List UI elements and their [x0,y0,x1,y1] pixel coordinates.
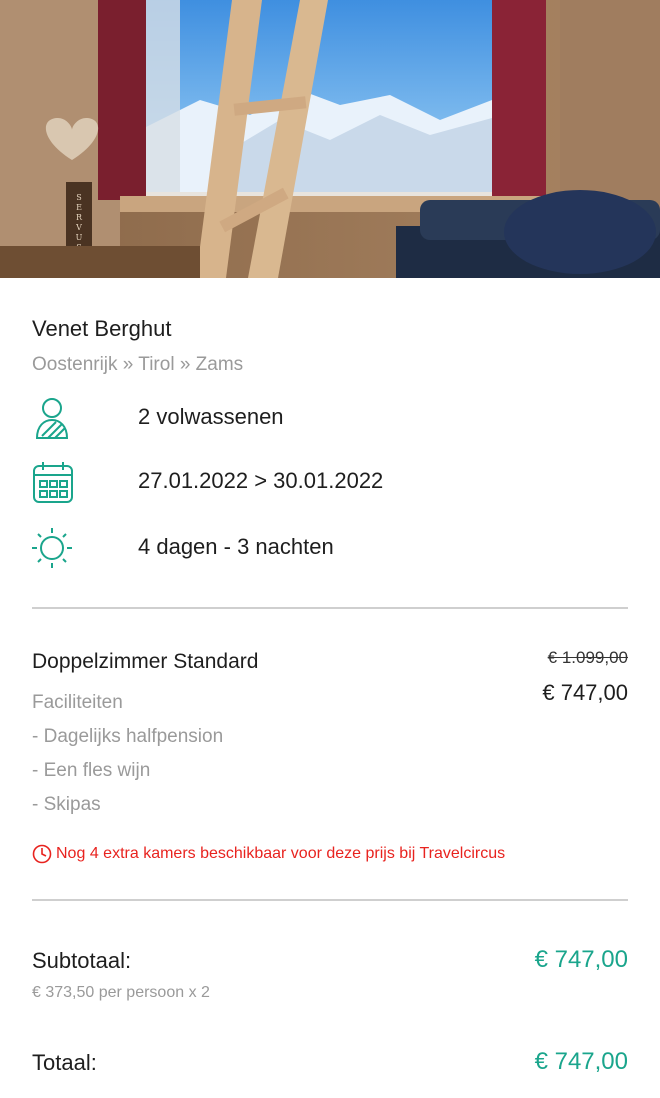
alert-count: 4 [89,845,99,862]
room-name: Doppelzimmer Standard [32,650,259,673]
facility-item: - Skipas [32,794,101,815]
subtotal-label: Subtotaal: [32,948,132,973]
person-icon [32,396,74,440]
availability-alert: Nog 4 extra kamers beschikbaar voor deze… [32,844,505,864]
svg-text:S: S [76,193,81,202]
alert-suffix: extra kamers beschikbaar voor deze prijs… [103,845,506,862]
dates-row: 27.01.2022 > 30.01.2022 [32,460,628,504]
svg-text:V: V [75,223,82,232]
old-price: € 1.099,00 [547,648,628,667]
hotel-name: Venet Berghut [32,316,172,341]
duration-text: 4 dagen - 3 nachten [138,534,334,559]
guests-text: 2 volwassenen [138,404,284,429]
per-person-note: € 373,50 per persoon x 2 [32,984,210,1001]
hotel-location: Oostenrijk » Tirol » Zams [32,354,244,375]
guests-row: 2 volwassenen [32,396,628,440]
total-label: Totaal: [32,1050,97,1075]
clock-icon [32,844,52,864]
divider [32,607,628,609]
room-price: € 747,00 [542,680,628,705]
svg-text:E: E [76,203,82,212]
duration-row: 4 dagen - 3 nachten [32,526,628,570]
alert-prefix: Nog [56,845,86,862]
dates-text: 27.01.2022 > 30.01.2022 [138,468,384,493]
svg-text:U: U [76,233,83,242]
divider [32,899,628,901]
total-value: € 747,00 [534,1048,628,1075]
facility-item: - Een fles wijn [32,760,151,781]
sun-icon [32,526,74,570]
svg-text:R: R [76,213,83,222]
facilities-title: Faciliteiten [32,692,123,713]
calendar-icon [32,460,74,504]
hotel-photo: S E R V U S [0,0,660,278]
subtotal-value: € 747,00 [534,946,628,973]
facility-item: - Dagelijks halfpension [32,726,224,747]
